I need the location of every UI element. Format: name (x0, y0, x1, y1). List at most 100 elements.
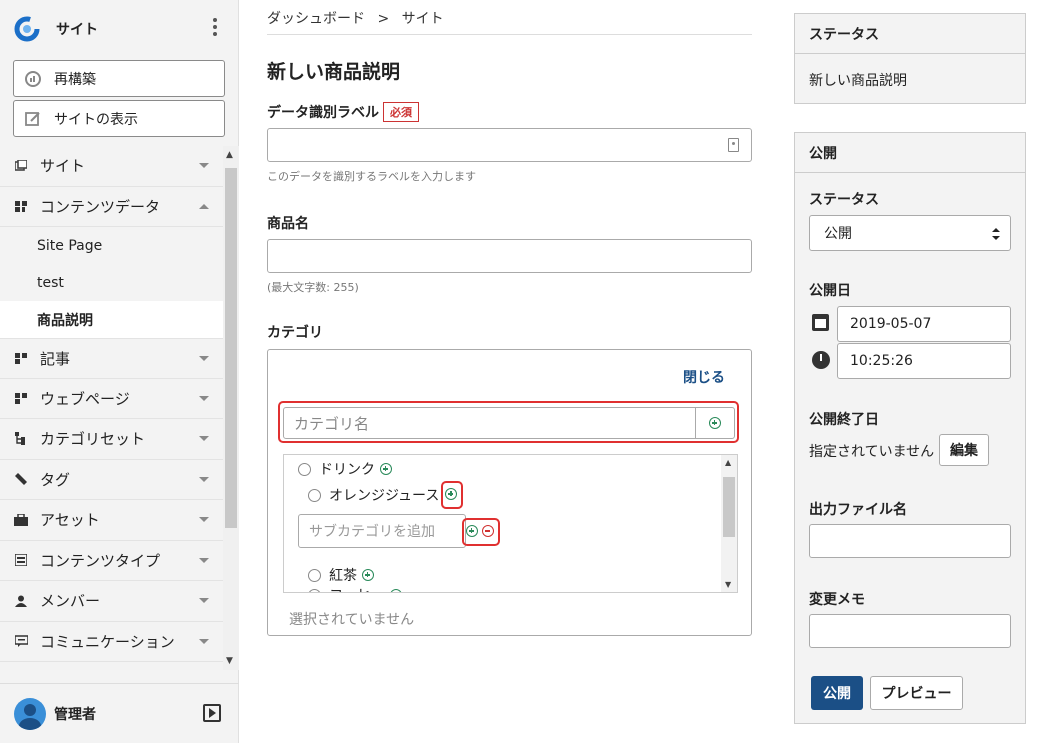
category-set-icon (14, 432, 28, 446)
time-input[interactable]: 10:25:26 (837, 343, 1011, 379)
date-value: 2019-05-07 (850, 316, 932, 332)
subcategory-input[interactable]: サブカテゴリを追加 (298, 514, 466, 548)
scroll-down-icon[interactable]: ▼ (226, 656, 233, 666)
scroll-up-icon[interactable]: ▲ (725, 458, 731, 467)
chevron-down-icon (199, 395, 209, 401)
sidebar-nav: サイト コンテンツデータ Site Page test 商品説明 記事 ウェブペ… (0, 146, 223, 670)
confirm-add-icon[interactable] (466, 525, 478, 537)
time-value: 10:25:26 (850, 353, 913, 369)
select-arrows-icon (992, 228, 1000, 240)
sidebar-item-site[interactable]: サイト (0, 146, 223, 187)
more-menu-icon[interactable] (213, 18, 217, 36)
date-input[interactable]: 2019-05-07 (837, 306, 1011, 342)
sidebar-item-content-data[interactable]: コンテンツデータ (0, 187, 223, 227)
add-subcategory-icon[interactable] (362, 569, 374, 581)
site-icon (14, 159, 28, 173)
avatar[interactable] (14, 697, 46, 730)
sidebar-item-label: タグ (40, 470, 71, 489)
communication-icon (14, 634, 28, 648)
sidebar-item-label: コンテンツデータ (40, 197, 161, 216)
view-site-label: サイトの表示 (54, 111, 138, 128)
publish-button[interactable]: 公開 (811, 676, 863, 710)
category-name-input[interactable]: カテゴリ名 (283, 407, 696, 439)
view-site-button[interactable]: サイトの表示 (13, 100, 225, 137)
toggle-sidebar-icon[interactable] (203, 704, 221, 722)
tree-item: ドリンク (298, 459, 392, 479)
add-subcategory-icon[interactable] (390, 589, 402, 592)
sidebar-item-tag[interactable]: タグ (0, 460, 223, 500)
product-name-label: 商品名 (267, 216, 309, 232)
sidebar-scrollbar[interactable]: ▲ ▼ (223, 146, 239, 670)
chevron-down-icon (199, 163, 209, 168)
breadcrumb: ダッシュボード > サイト (267, 8, 444, 28)
sidebar-item-category-set[interactable]: カテゴリセット (0, 419, 223, 460)
category-picker: 閉じる カテゴリ名 ドリンク オレンジジュース サブカテゴリを追加 紅茶 ▲ ▼… (267, 349, 752, 636)
scroll-down-icon[interactable]: ▼ (725, 580, 731, 589)
end-date-value: 指定されていません (809, 444, 935, 460)
breadcrumb-current[interactable]: サイト (402, 11, 444, 27)
cancel-remove-icon[interactable] (482, 525, 494, 537)
sidebar-subitem-test[interactable]: test (0, 264, 223, 301)
site-name[interactable]: サイト (56, 19, 98, 39)
category-radio[interactable] (298, 462, 311, 476)
tree-item: 紅茶 (308, 565, 374, 585)
output-file-input[interactable] (809, 524, 1011, 558)
rebuild-icon (24, 70, 42, 88)
sidebar-item-label: メンバー (40, 592, 101, 611)
product-name-input[interactable] (267, 239, 752, 273)
change-memo-input[interactable] (809, 614, 1011, 648)
sidebar-item-label: コミュニケーション (40, 632, 175, 651)
scrollbar-thumb[interactable] (225, 168, 237, 528)
contact-card-icon (728, 138, 739, 152)
asset-icon (14, 513, 28, 527)
close-link[interactable]: 閉じる (683, 367, 725, 387)
chevron-down-icon (199, 476, 209, 482)
sidebar: サイト 再構築 サイトの表示 サイト コンテンツデータ Site Page te… (0, 0, 239, 743)
add-subcategory-icon[interactable] (380, 463, 392, 475)
rebuild-button[interactable]: 再構築 (13, 60, 225, 97)
clock-icon (812, 351, 830, 369)
publish-panel: 公開 ステータス 公開 公開日 2019-05-07 10:25:26 公開終了… (794, 132, 1026, 724)
add-category-button[interactable] (695, 407, 735, 439)
member-icon (14, 594, 28, 608)
data-label-field-label: データ識別ラベル 必須 (267, 102, 419, 122)
tree-item-label: コーヒー (329, 585, 385, 592)
breadcrumb-home[interactable]: ダッシュボード (267, 11, 365, 27)
user-name[interactable]: 管理者 (54, 704, 96, 724)
preview-button[interactable]: プレビュー (870, 676, 963, 710)
add-subcategory-button[interactable] (441, 481, 464, 509)
sidebar-subitem-product-description[interactable]: 商品説明 (0, 301, 223, 338)
tree-scrollbar[interactable]: ▲ ▼ (721, 455, 737, 592)
category-radio[interactable] (308, 588, 321, 592)
sidebar-subitem-site-page[interactable]: Site Page (0, 227, 223, 264)
sidebar-item-asset[interactable]: アセット (0, 500, 223, 541)
edit-icon (24, 110, 42, 128)
tree-item-label: ドリンク (319, 462, 375, 478)
category-radio[interactable] (308, 488, 321, 502)
publish-date-label: 公開日 (809, 283, 851, 299)
scroll-up-icon[interactable]: ▲ (226, 150, 233, 160)
edit-button[interactable]: 編集 (939, 434, 989, 466)
output-file-label: 出力ファイル名 (809, 502, 907, 518)
data-label-label: データ識別ラベル (267, 105, 379, 121)
chevron-down-icon (199, 598, 209, 603)
status-select[interactable]: 公開 (809, 215, 1011, 251)
sidebar-item-content-type[interactable]: コンテンツタイプ (0, 541, 223, 581)
status-panel-title: ステータス (795, 14, 1025, 54)
sidebar-item-member[interactable]: メンバー (0, 581, 223, 622)
chevron-down-icon (199, 436, 209, 441)
entry-icon (14, 351, 28, 365)
end-date-label: 公開終了日 (809, 412, 879, 428)
chevron-down-icon (199, 638, 209, 644)
scrollbar-thumb[interactable] (723, 477, 735, 537)
category-radio[interactable] (308, 568, 321, 582)
sidebar-item-webpage[interactable]: ウェブページ (0, 379, 223, 419)
sidebar-item-communication[interactable]: コミュニケーション (0, 622, 223, 662)
chevron-down-icon (199, 517, 209, 522)
status-select-value: 公開 (824, 226, 852, 242)
sidebar-item-label: コンテンツタイプ (40, 551, 161, 570)
sidebar-item-entry[interactable]: 記事 (0, 338, 223, 379)
movable-type-logo-icon (14, 16, 40, 42)
data-label-input[interactable] (267, 128, 752, 162)
category-tree: ドリンク オレンジジュース サブカテゴリを追加 紅茶 ▲ ▼ (283, 454, 738, 593)
